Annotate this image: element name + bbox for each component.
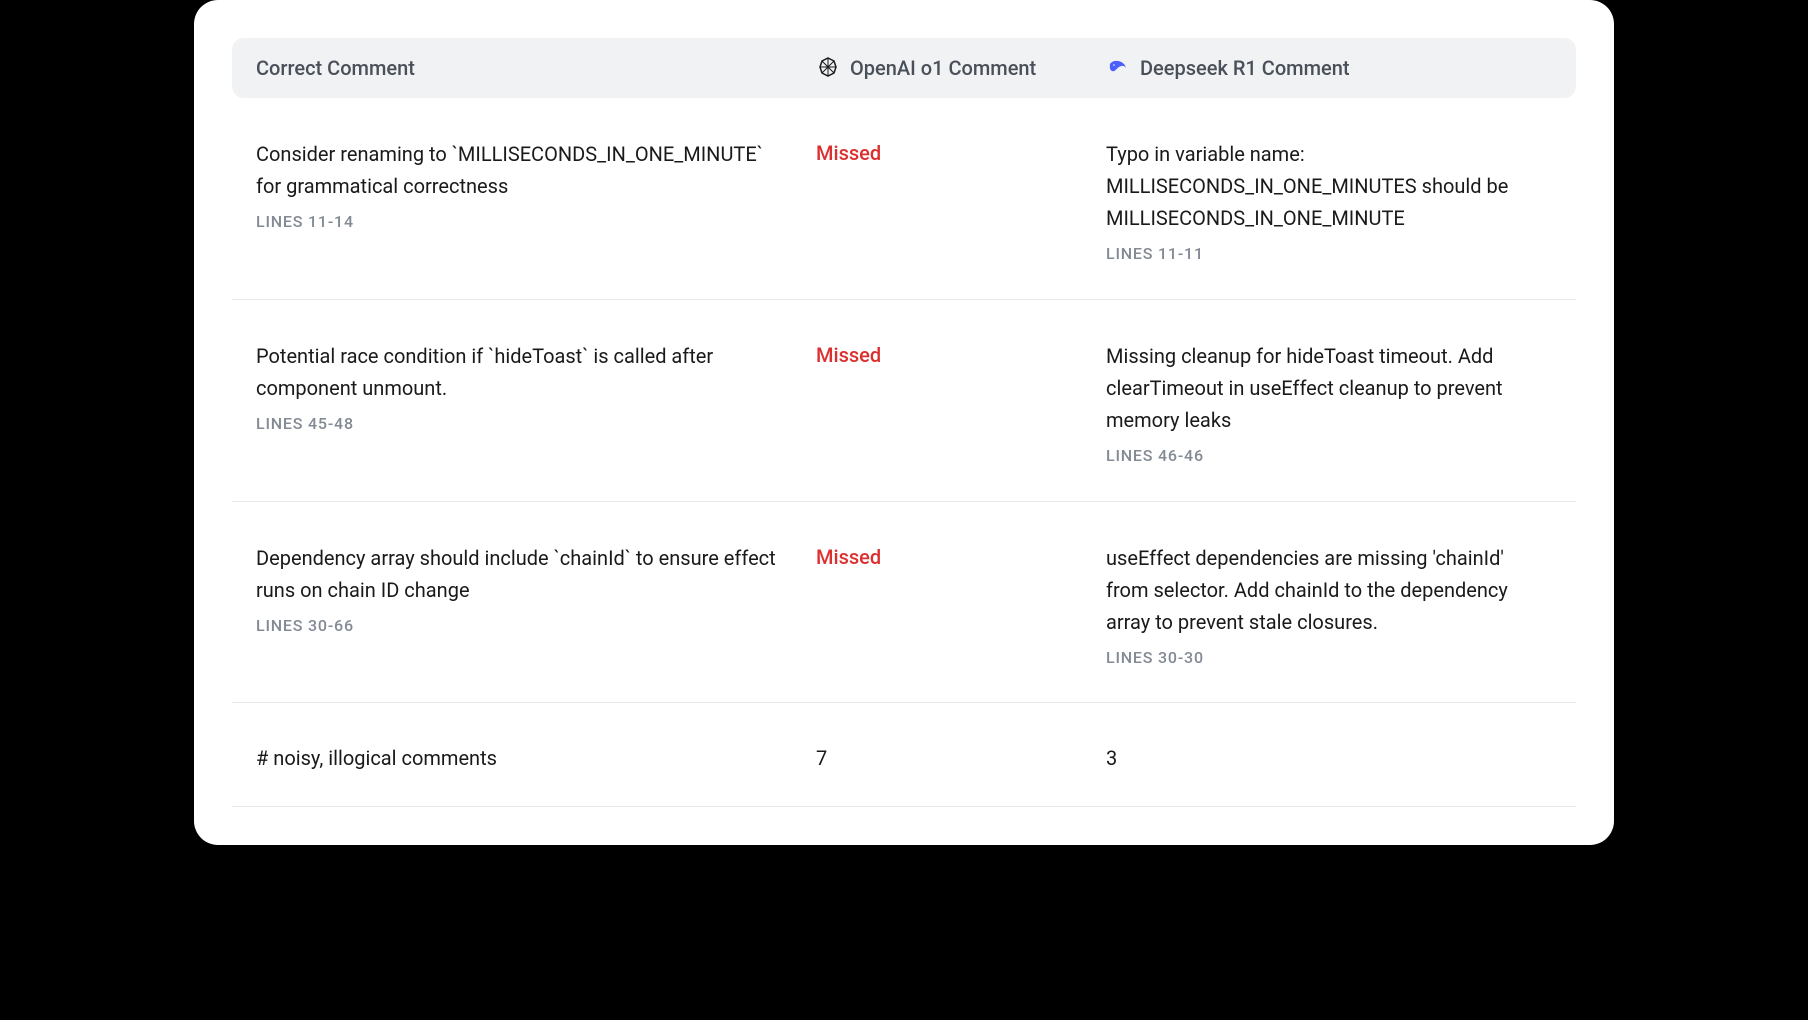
header-label: Correct Comment	[256, 56, 415, 80]
correct-comment-cell: Dependency array should include `chainId…	[256, 542, 816, 639]
count-value: 7	[816, 746, 827, 770]
comment-text: Potential race condition if `hideToast` …	[256, 340, 792, 404]
table-row: Potential race condition if `hideToast` …	[232, 300, 1576, 502]
deepseek-comment-cell: useEffect dependencies are missing 'chai…	[1106, 542, 1552, 671]
header-label: Deepseek R1 Comment	[1140, 56, 1350, 80]
deepseek-comment-cell: Typo in variable name: MILLISECONDS_IN_O…	[1106, 138, 1552, 267]
missed-status: Missed	[816, 545, 881, 569]
table-header-row: Correct Comment OpenAI o1 Comment Deepse…	[232, 38, 1576, 98]
comment-text: Dependency array should include `chainId…	[256, 542, 792, 606]
comment-text: Typo in variable name: MILLISECONDS_IN_O…	[1106, 138, 1528, 234]
openai-icon	[816, 56, 840, 80]
lines-label: LINES 30-66	[256, 614, 792, 639]
deepseek-icon	[1106, 56, 1130, 80]
correct-comment-cell: Consider renaming to `MILLISECONDS_IN_ON…	[256, 138, 816, 235]
count-value: 3	[1106, 746, 1117, 770]
comment-text: Consider renaming to `MILLISECONDS_IN_ON…	[256, 138, 792, 202]
missed-status: Missed	[816, 343, 881, 367]
comparison-table-card: Correct Comment OpenAI o1 Comment Deepse…	[194, 0, 1614, 845]
lines-label: LINES 30-30	[1106, 646, 1528, 671]
lines-label: LINES 46-46	[1106, 444, 1528, 469]
openai-comment-cell: Missed	[816, 138, 1106, 169]
header-openai-comment: OpenAI o1 Comment	[816, 56, 1106, 80]
openai-comment-cell: Missed	[816, 542, 1106, 573]
header-correct-comment: Correct Comment	[256, 56, 816, 80]
comment-text: Missing cleanup for hideToast timeout. A…	[1106, 340, 1528, 436]
correct-comment-cell: Potential race condition if `hideToast` …	[256, 340, 816, 437]
table-row: Dependency array should include `chainId…	[232, 502, 1576, 704]
summary-label-cell: # noisy, illogical comments	[256, 743, 816, 774]
table-row: Consider renaming to `MILLISECONDS_IN_ON…	[232, 98, 1576, 300]
summary-label: # noisy, illogical comments	[256, 746, 497, 770]
header-label: OpenAI o1 Comment	[850, 56, 1036, 80]
missed-status: Missed	[816, 141, 881, 165]
lines-label: LINES 11-14	[256, 210, 792, 235]
summary-row: # noisy, illogical comments 7 3	[232, 703, 1576, 807]
header-deepseek-comment: Deepseek R1 Comment	[1106, 56, 1552, 80]
deepseek-comment-cell: Missing cleanup for hideToast timeout. A…	[1106, 340, 1552, 469]
lines-label: LINES 11-11	[1106, 242, 1528, 267]
lines-label: LINES 45-48	[256, 412, 792, 437]
comment-text: useEffect dependencies are missing 'chai…	[1106, 542, 1528, 638]
deepseek-count-cell: 3	[1106, 743, 1552, 774]
openai-count-cell: 7	[816, 743, 1106, 774]
openai-comment-cell: Missed	[816, 340, 1106, 371]
